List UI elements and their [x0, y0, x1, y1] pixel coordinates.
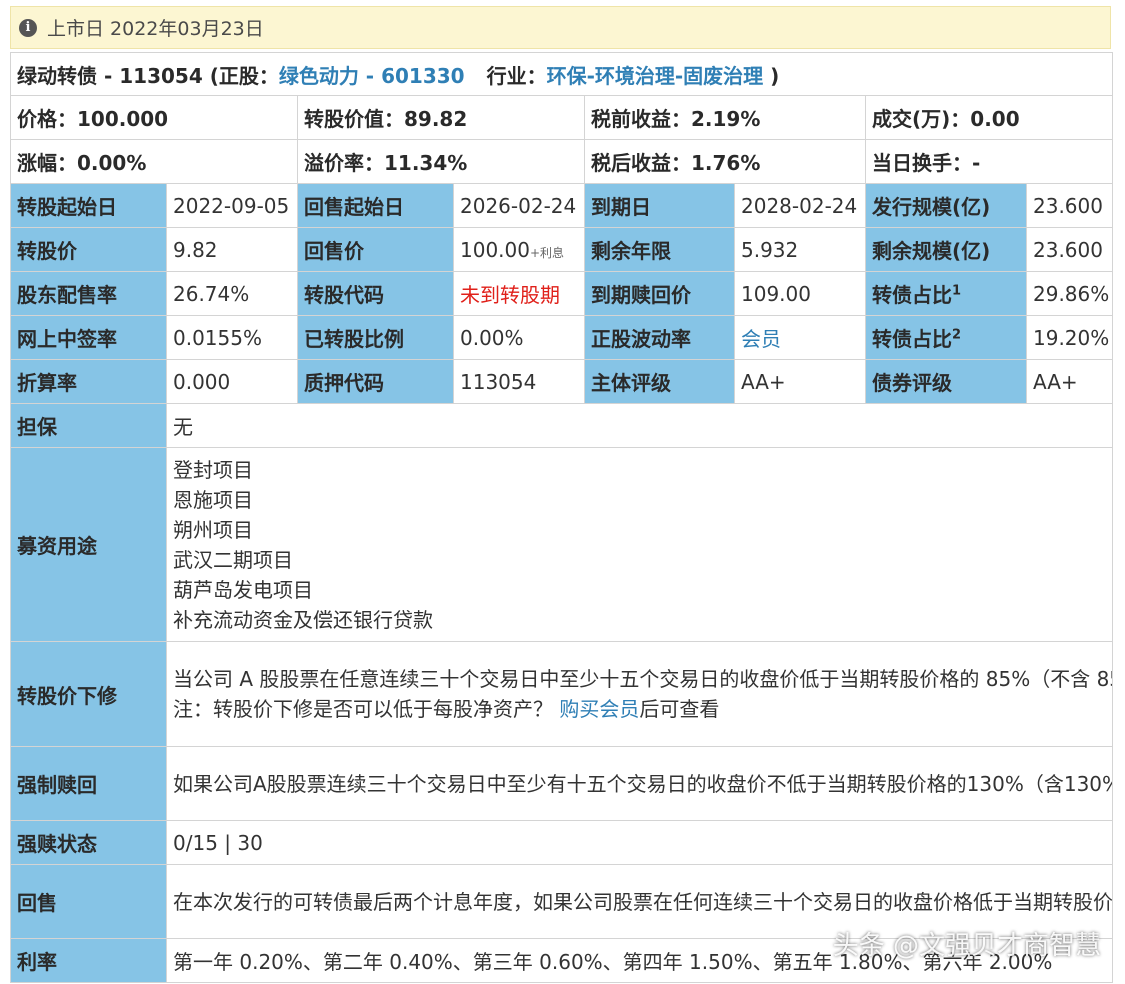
grid-value: 9.82: [166, 227, 298, 272]
grid-value: 5.932: [734, 227, 866, 272]
fund-use-label: 募资用途: [10, 447, 167, 642]
forced-redemption-label: 强制赎回: [10, 746, 167, 821]
forced-redemption-text: 如果公司A股股票连续三十个交易日中至少有十五个交易日的收盘价不低于当期转股价格的…: [165, 746, 1114, 821]
grid-value: 2022-09-05: [166, 183, 298, 228]
bond-info-table: 绿动转债 - 113054 (正股：绿色动力 - 601330 行业：环保-环境治…: [9, 52, 1114, 983]
grid-value: 0.00%: [453, 315, 585, 360]
grid-row: 网上中签率 0.0155% 已转股比例 0.00% 正股波动率 会员 转债占比2…: [10, 315, 1114, 360]
grid-label: 回售价: [297, 227, 454, 272]
grid-label: 剩余年限: [584, 227, 735, 272]
stock-code-link[interactable]: 601330: [381, 64, 465, 88]
price-cell: 价格：100.000: [10, 95, 298, 140]
header-row: 绿动转债 - 113054 (正股：绿色动力 - 601330 行业：环保-环境治…: [9, 52, 1114, 96]
grid-value: 29.86%: [1025, 271, 1114, 316]
redemption-status-label: 强赎状态: [10, 820, 167, 865]
price-reset-cell: 当公司 A 股股票在任意连续三十个交易日中至少十五个交易日的收盘价低于当期转股价…: [165, 641, 1114, 747]
volatility-cell: 会员: [734, 315, 866, 360]
grid-label: 质押代码: [297, 359, 454, 404]
grid-value: 0.000: [166, 359, 298, 404]
grid-label: 转股价: [10, 227, 167, 272]
guarantee-row: 担保 无: [10, 403, 1114, 448]
listing-date-text: 上市日 2022年03月23日: [47, 18, 264, 40]
price-reset-row: 转股价下修 当公司 A 股股票在任意连续三十个交易日中至少十五个交易日的收盘价低…: [10, 641, 1114, 747]
guarantee-label: 担保: [10, 403, 167, 448]
grid-label: 已转股比例: [297, 315, 454, 360]
fund-use-list: 登封项目 恩施项目 朔州项目 武汉二期项目 葫芦岛发电项目 补充流动资金及偿还银…: [165, 447, 1114, 642]
grid-label: 转股代码: [297, 271, 454, 316]
grid-label: 折算率: [10, 359, 167, 404]
premium-rate-cell: 溢价率：11.34%: [297, 139, 585, 184]
bond-name: 绿动转债: [17, 63, 97, 88]
info-circle-icon: i: [19, 18, 37, 37]
list-item: 恩施项目: [173, 487, 253, 512]
member-link[interactable]: 会员: [741, 327, 781, 351]
forced-redemption-row: 强制赎回 如果公司A股股票连续三十个交易日中至少有十五个交易日的收盘价不低于当期…: [10, 746, 1114, 821]
grid-row: 股东配售率 26.74% 转股代码 未到转股期 到期赎回价 109.00 转债占…: [10, 271, 1114, 316]
list-item: 朔州项目: [173, 517, 253, 542]
change-cell: 涨幅：0.00%: [10, 139, 298, 184]
aftertax-yield-cell: 税后收益：1.76%: [584, 139, 866, 184]
bond-code: 113054: [119, 63, 203, 88]
grid-label: 发行规模(亿): [865, 183, 1027, 228]
buy-membership-link[interactable]: 购买会员: [559, 697, 639, 721]
grid-value: 23.600: [1025, 227, 1114, 272]
grid-label: 网上中签率: [10, 315, 167, 360]
grid-value: AA+: [734, 359, 866, 404]
grid-label: 主体评级: [584, 359, 735, 404]
summary-row-2: 涨幅：0.00% 溢价率：11.34% 税后收益：1.76% 当日换手：-: [10, 139, 1114, 184]
list-item: 补充流动资金及偿还银行贷款: [173, 607, 433, 632]
turnover-cell: 当日换手：-: [864, 139, 1114, 184]
putback-price-cell: 100.00+利息: [453, 227, 585, 272]
grid-value: AA+: [1025, 359, 1114, 404]
grid-label: 转股起始日: [10, 183, 167, 228]
industry-label: 行业：: [486, 63, 547, 88]
grid-value: 109.00: [734, 271, 866, 316]
grid-row: 转股起始日 2022-09-05 回售起始日 2026-02-24 到期日 20…: [10, 183, 1114, 228]
guarantee-value: 无: [165, 403, 1114, 448]
price-reset-note: 注：转股价下修是否可以低于每股净资产？ 购买会员后可查看: [173, 697, 720, 721]
watermark: 头条 @文强贝才商智慧: [832, 931, 1101, 961]
price-reset-label: 转股价下修: [10, 641, 167, 747]
redemption-status-value: 0/15 | 30: [165, 820, 1114, 865]
fund-use-row: 募资用途 登封项目 恩施项目 朔州项目 武汉二期项目 葫芦岛发电项目 补充流动资…: [10, 447, 1114, 642]
grid-value: 0.0155%: [166, 315, 298, 360]
grid-row: 转股价 9.82 回售价 100.00+利息 剩余年限 5.932 剩余规模(亿…: [10, 227, 1114, 272]
grid-label: 回售起始日: [297, 183, 454, 228]
grid-value: 2026-02-24: [453, 183, 585, 228]
industry-link[interactable]: 环保-环境治理-固废治理: [547, 64, 764, 88]
grid-label: 到期赎回价: [584, 271, 735, 316]
grid-label: 正股波动率: [584, 315, 735, 360]
list-item: 登封项目: [173, 457, 253, 482]
pretax-yield-cell: 税前收益：2.19%: [584, 95, 866, 140]
price-reset-text: 当公司 A 股股票在任意连续三十个交易日中至少十五个交易日的收盘价低于当期转股价…: [173, 667, 1113, 691]
grid-value: 26.74%: [166, 271, 298, 316]
grid-value: 113054: [453, 359, 585, 404]
redemption-status-row: 强赎状态 0/15 | 30: [10, 820, 1114, 865]
listing-date-notice: i 上市日 2022年03月23日: [10, 6, 1111, 49]
grid-label: 转债占比1: [865, 271, 1027, 316]
grid-label: 转债占比2: [865, 315, 1027, 360]
bond-header: 绿动转债 - 113054 (正股：绿色动力 - 601330 行业：环保-环境治…: [9, 52, 1114, 96]
grid-value: 19.20%: [1025, 315, 1114, 360]
grid-label: 到期日: [584, 183, 735, 228]
grid-row: 折算率 0.000 质押代码 113054 主体评级 AA+ 债券评级 AA+: [10, 359, 1114, 404]
summary-row-1: 价格：100.000 转股价值：89.82 税前收益：2.19% 成交(万)：0…: [10, 95, 1114, 140]
grid-label: 剩余规模(亿): [865, 227, 1027, 272]
list-item: 葫芦岛发电项目: [173, 577, 313, 602]
volume-cell: 成交(万)：0.00: [864, 95, 1114, 140]
interest-rate-label: 利率: [10, 938, 167, 983]
stock-name-link[interactable]: 绿色动力: [279, 64, 359, 88]
list-item: 武汉二期项目: [173, 547, 293, 572]
interest-note: +利息: [529, 245, 565, 260]
grid-label: 股东配售率: [10, 271, 167, 316]
conversion-value-cell: 转股价值：89.82: [297, 95, 585, 140]
grid-value: 2028-02-24: [734, 183, 866, 228]
grid-label: 债券评级: [865, 359, 1027, 404]
conversion-code-status: 未到转股期: [453, 271, 585, 316]
putback-label: 回售: [10, 864, 167, 939]
grid-value: 23.600: [1025, 183, 1114, 228]
